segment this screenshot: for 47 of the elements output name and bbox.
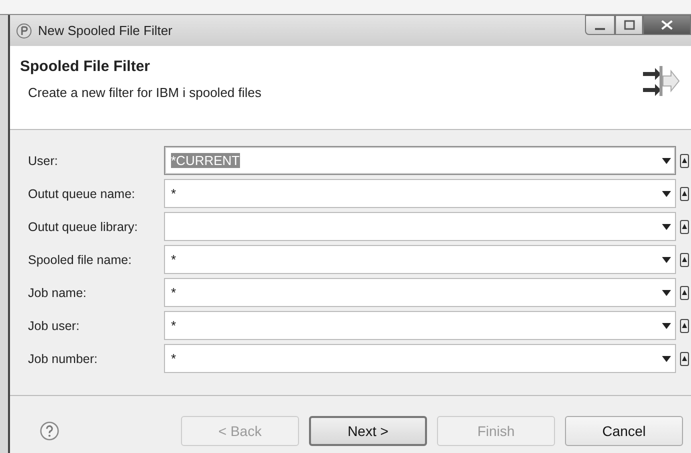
dropdown-arrow-icon[interactable] — [662, 290, 671, 296]
content-assist-button[interactable] — [680, 186, 689, 200]
dropdown-arrow-icon[interactable] — [662, 356, 671, 362]
dropdown-arrow-icon[interactable] — [662, 322, 671, 328]
content-assist-button[interactable] — [680, 252, 689, 266]
field-label: Spooled file name: — [28, 252, 133, 266]
field-label: Job user: — [28, 318, 80, 332]
close-button[interactable] — [643, 15, 691, 35]
dropdown-arrow-icon[interactable] — [662, 256, 671, 262]
content-assist-button[interactable] — [680, 318, 689, 332]
triangle-up-icon — [682, 224, 687, 229]
combo-field[interactable]: * — [164, 311, 676, 340]
close-icon — [661, 20, 673, 30]
triangle-up-icon — [682, 290, 687, 295]
field-label: Job number: — [28, 352, 98, 366]
minimize-icon — [595, 28, 605, 30]
content-assist-button[interactable] — [680, 154, 689, 168]
field-label: User: — [28, 154, 59, 168]
field-label: Outut queue name: — [28, 186, 136, 200]
content-assist-button[interactable] — [680, 286, 689, 300]
window-title: New Spooled File Filter — [38, 23, 174, 38]
combo-field[interactable]: * — [164, 278, 676, 307]
maximize-icon — [624, 20, 634, 30]
field-label: Job name: — [28, 286, 88, 300]
triangle-up-icon — [682, 158, 687, 163]
triangle-up-icon — [682, 191, 687, 196]
dropdown-arrow-icon[interactable] — [662, 158, 671, 164]
wizard-button[interactable]: Cancel — [565, 416, 683, 446]
field-label: Outut queue library: — [28, 220, 139, 234]
maximize-button[interactable] — [615, 15, 643, 35]
combo-field[interactable]: * — [164, 344, 676, 373]
page-title: Spooled File Filter — [20, 58, 152, 75]
combo-field[interactable]: * — [164, 245, 676, 274]
combo-field[interactable]: * — [164, 179, 676, 208]
dropdown-arrow-icon[interactable] — [662, 224, 671, 230]
content-assist-button[interactable] — [680, 220, 689, 234]
content-assist-button[interactable] — [680, 352, 689, 366]
triangle-up-icon — [682, 356, 687, 361]
triangle-up-icon — [682, 257, 687, 262]
combo-field[interactable] — [164, 212, 676, 241]
triangle-up-icon — [682, 323, 687, 328]
dropdown-arrow-icon[interactable] — [662, 190, 671, 196]
app-logo-icon — [16, 22, 32, 38]
help-icon[interactable] — [40, 420, 59, 442]
wizard-button[interactable]: Next > — [309, 416, 427, 446]
page-description: Create a new filter for IBM i spooled files — [28, 85, 262, 100]
minimize-button[interactable] — [585, 15, 615, 35]
